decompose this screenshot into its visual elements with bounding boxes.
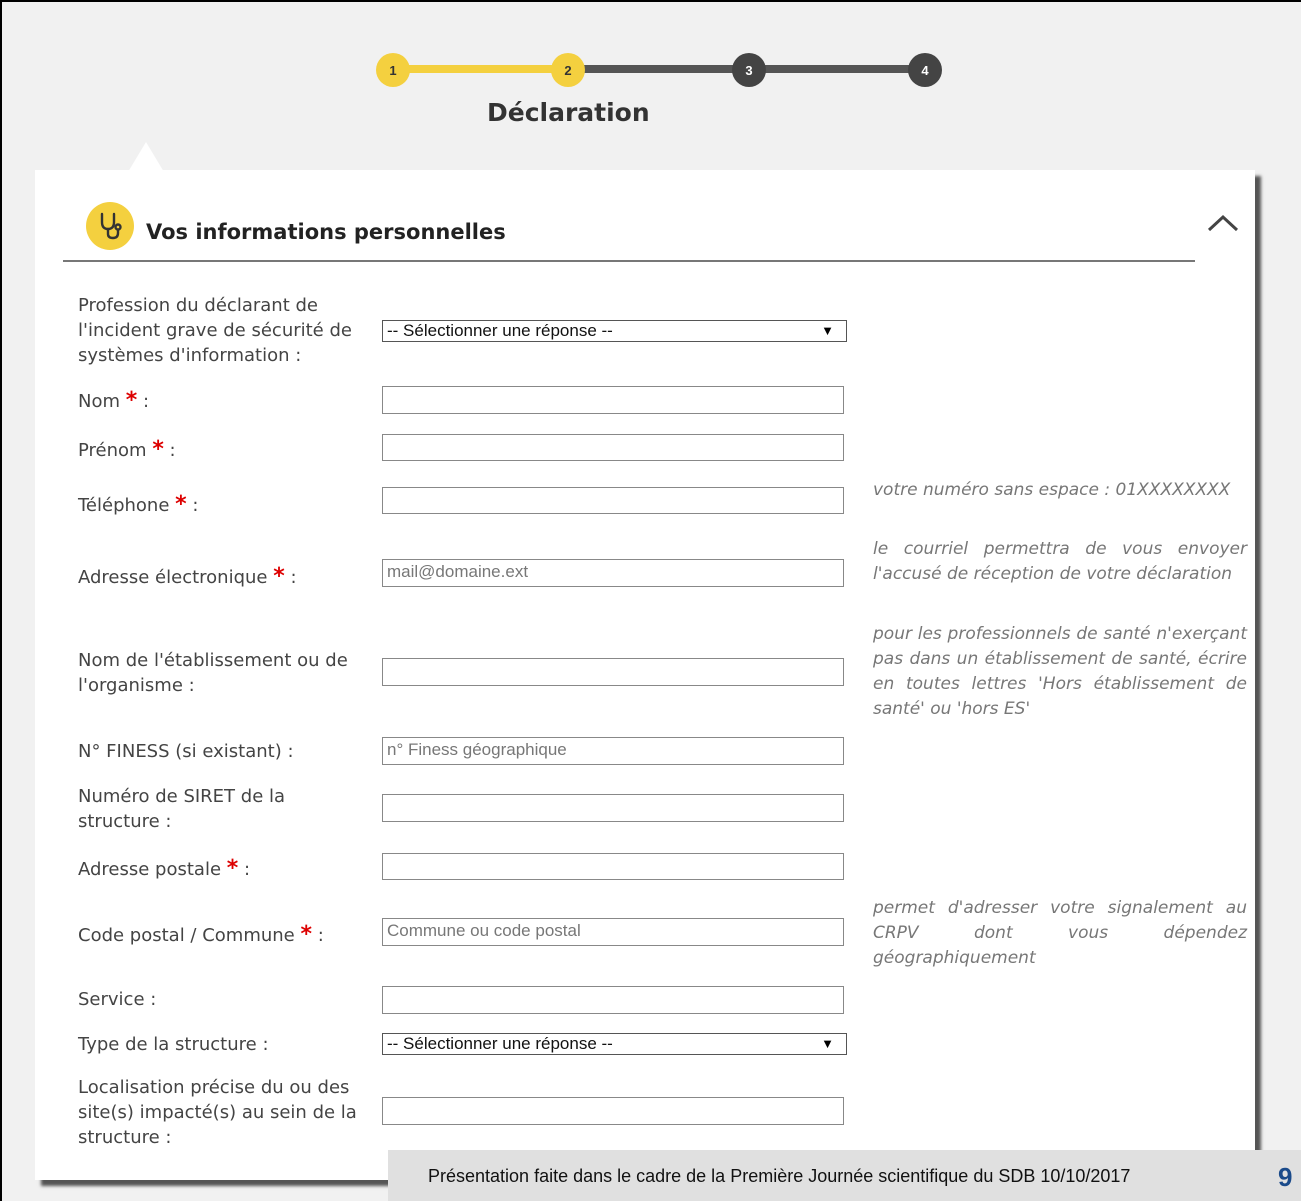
localisation-label: Localisation précise du ou des site(s) i… [78, 1077, 357, 1148]
commune-help: permet d'adresser votre signalement au C… [873, 898, 1247, 968]
required-asterisk: * [125, 388, 138, 413]
nom-label: Nom * : [78, 388, 150, 413]
email-input[interactable]: mail@domaine.ext [382, 559, 844, 587]
prenom-input[interactable] [382, 434, 844, 461]
section-divider [63, 260, 1195, 262]
nom-label-text: Nom [78, 391, 121, 412]
chevron-up-icon[interactable] [1205, 205, 1241, 241]
dropdown-arrow-icon: ▼ [821, 1036, 834, 1051]
dropdown-arrow-icon: ▼ [821, 323, 834, 338]
etablissement-input[interactable] [382, 658, 844, 686]
page-number: 9 [1278, 1162, 1293, 1192]
email-label-text: Adresse électronique [78, 567, 268, 588]
required-asterisk: * [300, 922, 313, 947]
nom-input[interactable] [382, 386, 844, 414]
frame-border-left [0, 0, 2, 1201]
adresse-label: Adresse postale * : [78, 856, 251, 881]
telephone-input[interactable] [382, 487, 844, 514]
required-asterisk: * [226, 856, 239, 881]
step-1[interactable]: 1 [376, 53, 410, 87]
required-asterisk: * [273, 564, 285, 589]
adresse-input[interactable] [382, 853, 844, 880]
required-asterisk: * [175, 492, 187, 517]
step-2[interactable]: 2 [551, 53, 585, 87]
siret-label: Numéro de SIRET de la structure : [78, 786, 286, 832]
type-structure-label: Type de la structure : [78, 1034, 269, 1055]
stethoscope-icon [86, 202, 134, 250]
frame-border-top [0, 0, 1301, 2]
step-4[interactable]: 4 [908, 53, 942, 87]
section-title: Vos informations personnelles [146, 220, 506, 244]
commune-input[interactable]: Commune ou code postal [382, 918, 844, 946]
card-pointer [128, 142, 164, 172]
prenom-label-text: Prénom [78, 440, 147, 461]
localisation-input[interactable] [382, 1097, 844, 1125]
telephone-label: Téléphone * : [78, 492, 199, 517]
type-structure-select[interactable]: -- Sélectionner une réponse -- ▼ [382, 1033, 847, 1055]
step-connector-2-3 [570, 65, 748, 73]
email-help: le courriel permettra de vous envoyer l'… [873, 539, 1247, 584]
email-label: Adresse électronique * : [78, 564, 297, 589]
telephone-label-text: Téléphone [78, 495, 170, 516]
progress-stepper: 1 2 3 4 [370, 50, 950, 90]
profession-label: Profession du déclarant de l'incident gr… [78, 295, 352, 366]
finess-input[interactable]: n° Finess géographique [382, 737, 844, 765]
profession-select-value: -- Sélectionner une réponse -- [387, 321, 613, 340]
prenom-label: Prénom * : [78, 437, 176, 462]
presentation-footer: Présentation faite dans le cadre de la P… [388, 1150, 1301, 1201]
commune-label: Code postal / Commune * : [78, 922, 324, 947]
siret-input[interactable] [382, 794, 844, 822]
footer-text: Présentation faite dans le cadre de la P… [428, 1166, 1131, 1186]
telephone-help: votre numéro sans espace : 01XXXXXXXX [873, 480, 1231, 500]
finess-label: N° FINESS (si existant) : [78, 741, 294, 762]
step-connector-1-2 [390, 65, 570, 73]
step-3[interactable]: 3 [732, 53, 766, 87]
step-title: Déclaration [487, 98, 650, 127]
service-input[interactable] [382, 986, 844, 1014]
etablissement-help: pour les professionnels de santé n'exerç… [873, 624, 1247, 719]
commune-label-text: Code postal / Commune [78, 925, 295, 946]
etablissement-label: Nom de l'établissement ou de l'organisme… [78, 650, 348, 696]
service-label: Service : [78, 989, 157, 1010]
profession-select[interactable]: -- Sélectionner une réponse -- ▼ [382, 320, 847, 342]
step-connector-3-4 [748, 65, 926, 73]
required-asterisk: * [152, 437, 164, 462]
adresse-label-text: Adresse postale [78, 859, 222, 880]
type-structure-select-value: -- Sélectionner une réponse -- [387, 1034, 613, 1053]
